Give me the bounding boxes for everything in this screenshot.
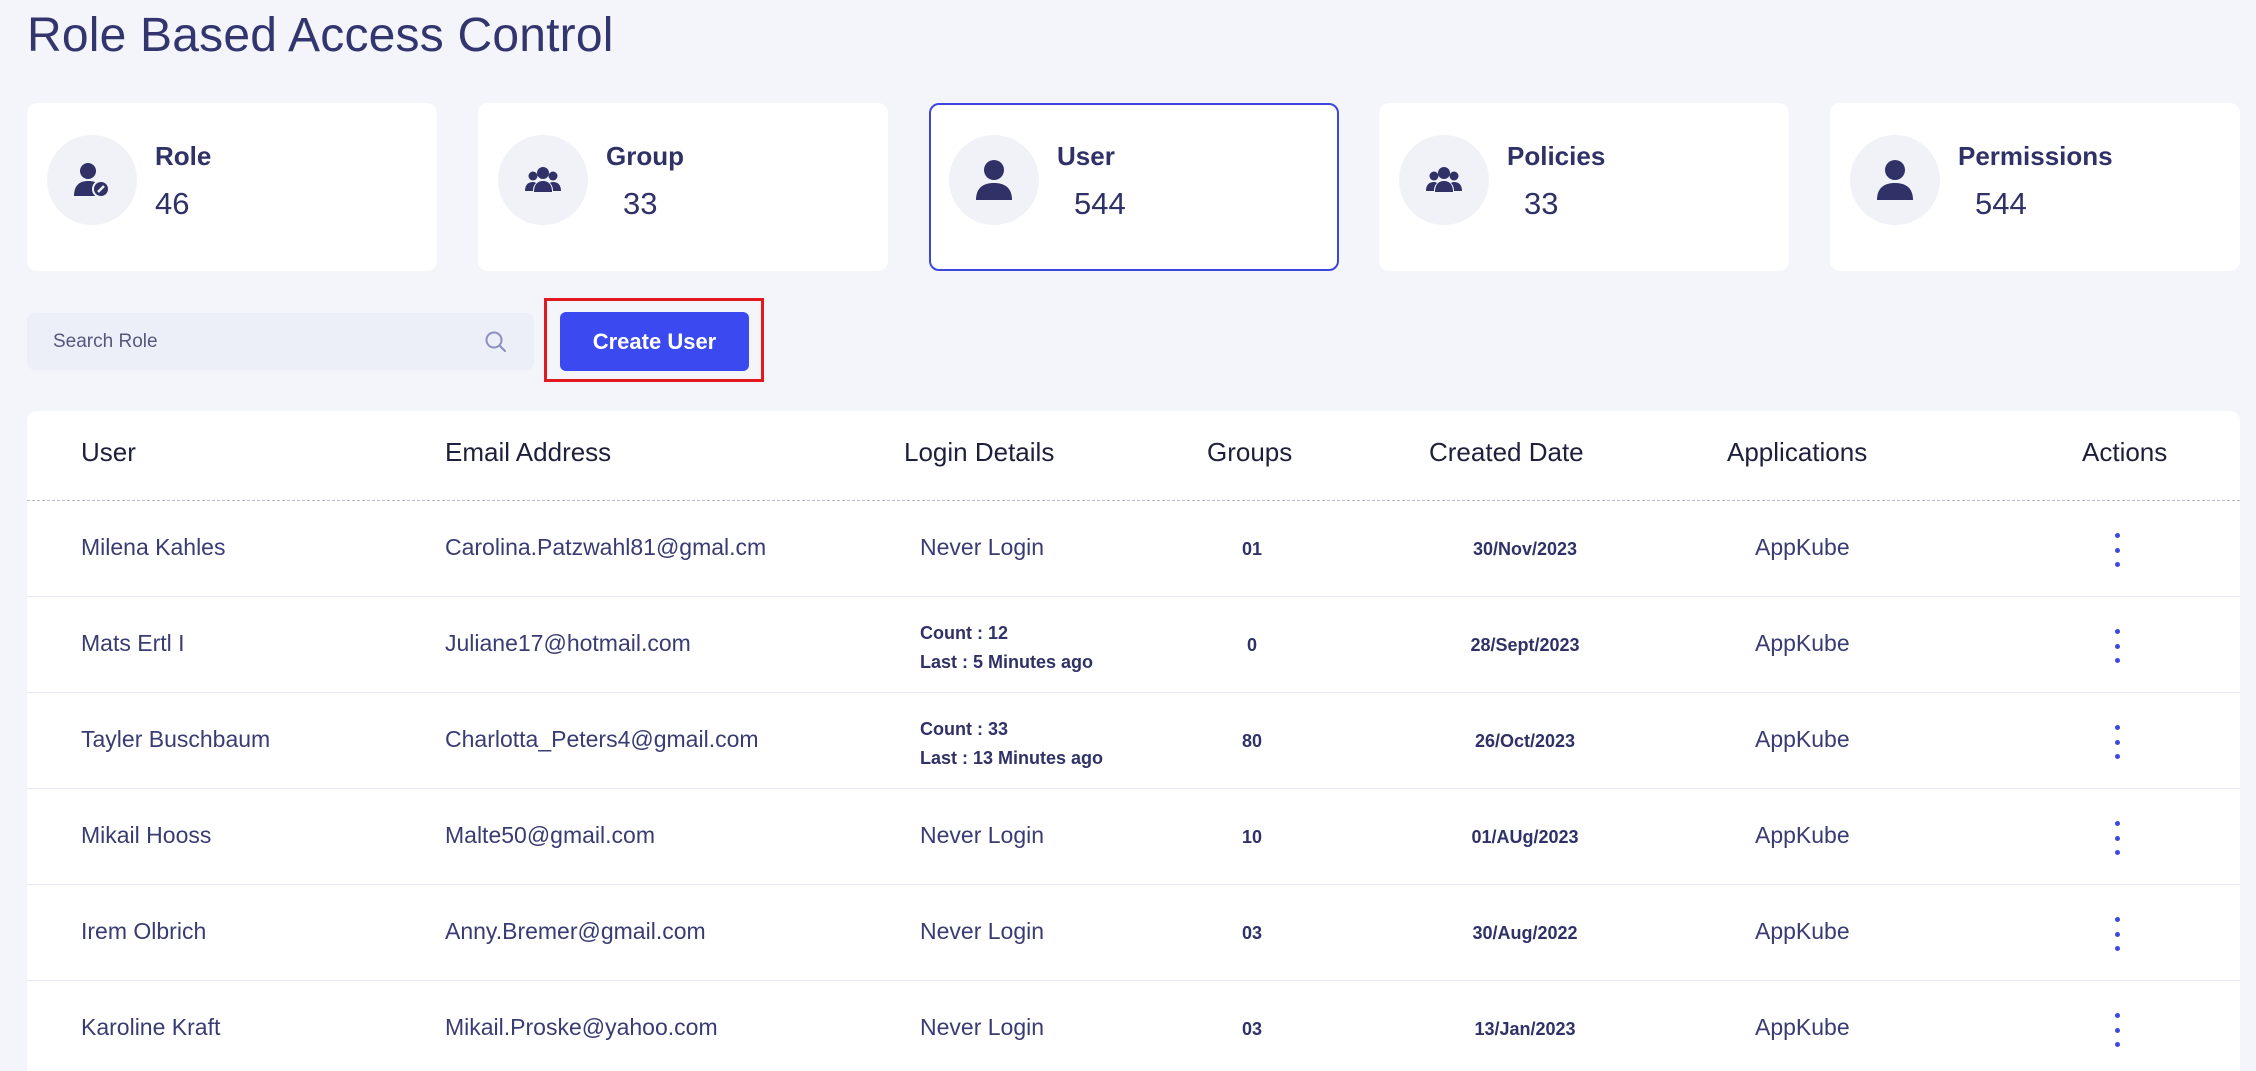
card-group[interactable]: Group 33 <box>478 103 888 271</box>
group-count: 80 <box>1241 731 1263 751</box>
column-header-email[interactable]: Email Address <box>445 437 611 468</box>
card-label: Policies <box>1507 141 1606 171</box>
created-date: 28/Sept/2023 <box>1470 635 1580 655</box>
card-count: 544 <box>1975 186 2027 221</box>
group-count: 03 <box>1241 923 1263 943</box>
card-label: Group <box>606 141 684 171</box>
more-actions-icon[interactable] <box>2107 725 2127 759</box>
created-date: 30/Nov/2023 <box>1472 539 1578 559</box>
card-count: 33 <box>1524 186 1559 221</box>
user-email: Carolina.Patzwahl81@gmal.cm <box>445 534 767 560</box>
card-count: 46 <box>155 186 190 221</box>
login-last: Last : 5 Minutes ago <box>920 652 1094 672</box>
created-date: 30/Aug/2022 <box>1472 923 1578 943</box>
create-user-button[interactable]: Create User <box>560 312 749 371</box>
table-row[interactable]: Tayler Buschbaum Charlotta_Peters4@gmail… <box>27 693 2240 789</box>
login-count: Count : 33 <box>920 719 1008 739</box>
column-header-applications[interactable]: Applications <box>1727 437 1867 468</box>
table-row[interactable]: Mats Ertl I Juliane17@hotmail.com Count … <box>27 597 2240 693</box>
user-email: Malte50@gmail.com <box>445 822 655 848</box>
card-label: Role <box>155 141 212 171</box>
group-count: 0 <box>1246 635 1257 655</box>
group-count: 10 <box>1241 827 1263 847</box>
column-header-user[interactable]: User <box>81 437 136 468</box>
users-group-icon <box>1399 135 1489 225</box>
application-name: AppKube <box>1755 1014 1850 1040</box>
user-email: Mikail.Proske@yahoo.com <box>445 1014 718 1040</box>
user-name: Mats Ertl I <box>81 630 185 656</box>
users-group-icon <box>498 135 588 225</box>
card-role[interactable]: Role 46 <box>27 103 437 271</box>
application-name: AppKube <box>1755 534 1850 560</box>
more-actions-icon[interactable] <box>2107 629 2127 663</box>
table-header: User Email Address Login Details Groups … <box>27 411 2240 501</box>
column-header-actions: Actions <box>2082 437 2168 467</box>
login-status: Never Login <box>920 534 1045 560</box>
user-name: Milena Kahles <box>81 534 226 560</box>
login-status: Never Login <box>920 822 1045 848</box>
summary-cards: Role 46 Group 33 User 544 Policies 33 Pe… <box>27 103 2240 271</box>
card-permissions[interactable]: Permissions 544 <box>1830 103 2240 271</box>
more-actions-icon[interactable] <box>2107 821 2127 855</box>
card-user[interactable]: User 544 <box>929 103 1339 271</box>
group-count: 01 <box>1241 539 1263 559</box>
user-icon <box>949 135 1039 225</box>
card-count: 544 <box>1074 186 1126 221</box>
table-row[interactable]: Mikail Hooss Malte50@gmail.com Never Log… <box>27 789 2240 885</box>
user-name: Tayler Buschbaum <box>81 726 271 752</box>
created-date: 01/AUg/2023 <box>1471 827 1579 847</box>
login-status: Never Login <box>920 918 1045 944</box>
column-header-created[interactable]: Created Date <box>1429 437 1584 468</box>
login-details: Count : 33 Last : 13 Minutes ago <box>920 715 1103 773</box>
card-count: 33 <box>623 186 658 221</box>
application-name: AppKube <box>1755 822 1850 848</box>
search-input[interactable] <box>27 313 467 370</box>
application-name: AppKube <box>1755 726 1850 752</box>
user-name: Karoline Kraft <box>81 1014 221 1040</box>
user-email: Juliane17@hotmail.com <box>445 630 691 656</box>
search-box <box>27 313 534 370</box>
login-details: Count : 12 Last : 5 Minutes ago <box>920 619 1093 677</box>
more-actions-icon[interactable] <box>2107 1013 2127 1047</box>
page-title: Role Based Access Control <box>27 9 614 62</box>
login-last: Last : 13 Minutes ago <box>920 748 1104 768</box>
users-table: User Email Address Login Details Groups … <box>27 411 2240 1071</box>
login-status: Never Login <box>920 1014 1045 1040</box>
user-email: Charlotta_Peters4@gmail.com <box>445 726 759 752</box>
column-header-login[interactable]: Login Details <box>904 437 1054 468</box>
table-row[interactable]: Karoline Kraft Mikail.Proske@yahoo.com N… <box>27 981 2240 1071</box>
group-count: 03 <box>1241 1019 1263 1039</box>
column-header-groups[interactable]: Groups <box>1207 437 1292 468</box>
user-email: Anny.Bremer@gmail.com <box>445 918 706 944</box>
user-name: Mikail Hooss <box>81 822 212 848</box>
created-date: 13/Jan/2023 <box>1474 1019 1576 1039</box>
application-name: AppKube <box>1755 918 1850 944</box>
created-date: 26/Oct/2023 <box>1474 731 1576 751</box>
login-count: Count : 12 <box>920 623 1008 643</box>
application-name: AppKube <box>1755 630 1850 656</box>
card-label: User <box>1057 141 1115 171</box>
card-policies[interactable]: Policies 33 <box>1379 103 1789 271</box>
table-row[interactable]: Milena Kahles Carolina.Patzwahl81@gmal.c… <box>27 501 2240 597</box>
card-label: Permissions <box>1958 141 2113 171</box>
user-name: Irem Olbrich <box>81 918 207 944</box>
table-row[interactable]: Irem Olbrich Anny.Bremer@gmail.com Never… <box>27 885 2240 981</box>
search-icon[interactable] <box>484 330 508 354</box>
more-actions-icon[interactable] <box>2107 533 2127 567</box>
more-actions-icon[interactable] <box>2107 917 2127 951</box>
user-icon <box>1850 135 1940 225</box>
user-gear-icon <box>47 135 137 225</box>
